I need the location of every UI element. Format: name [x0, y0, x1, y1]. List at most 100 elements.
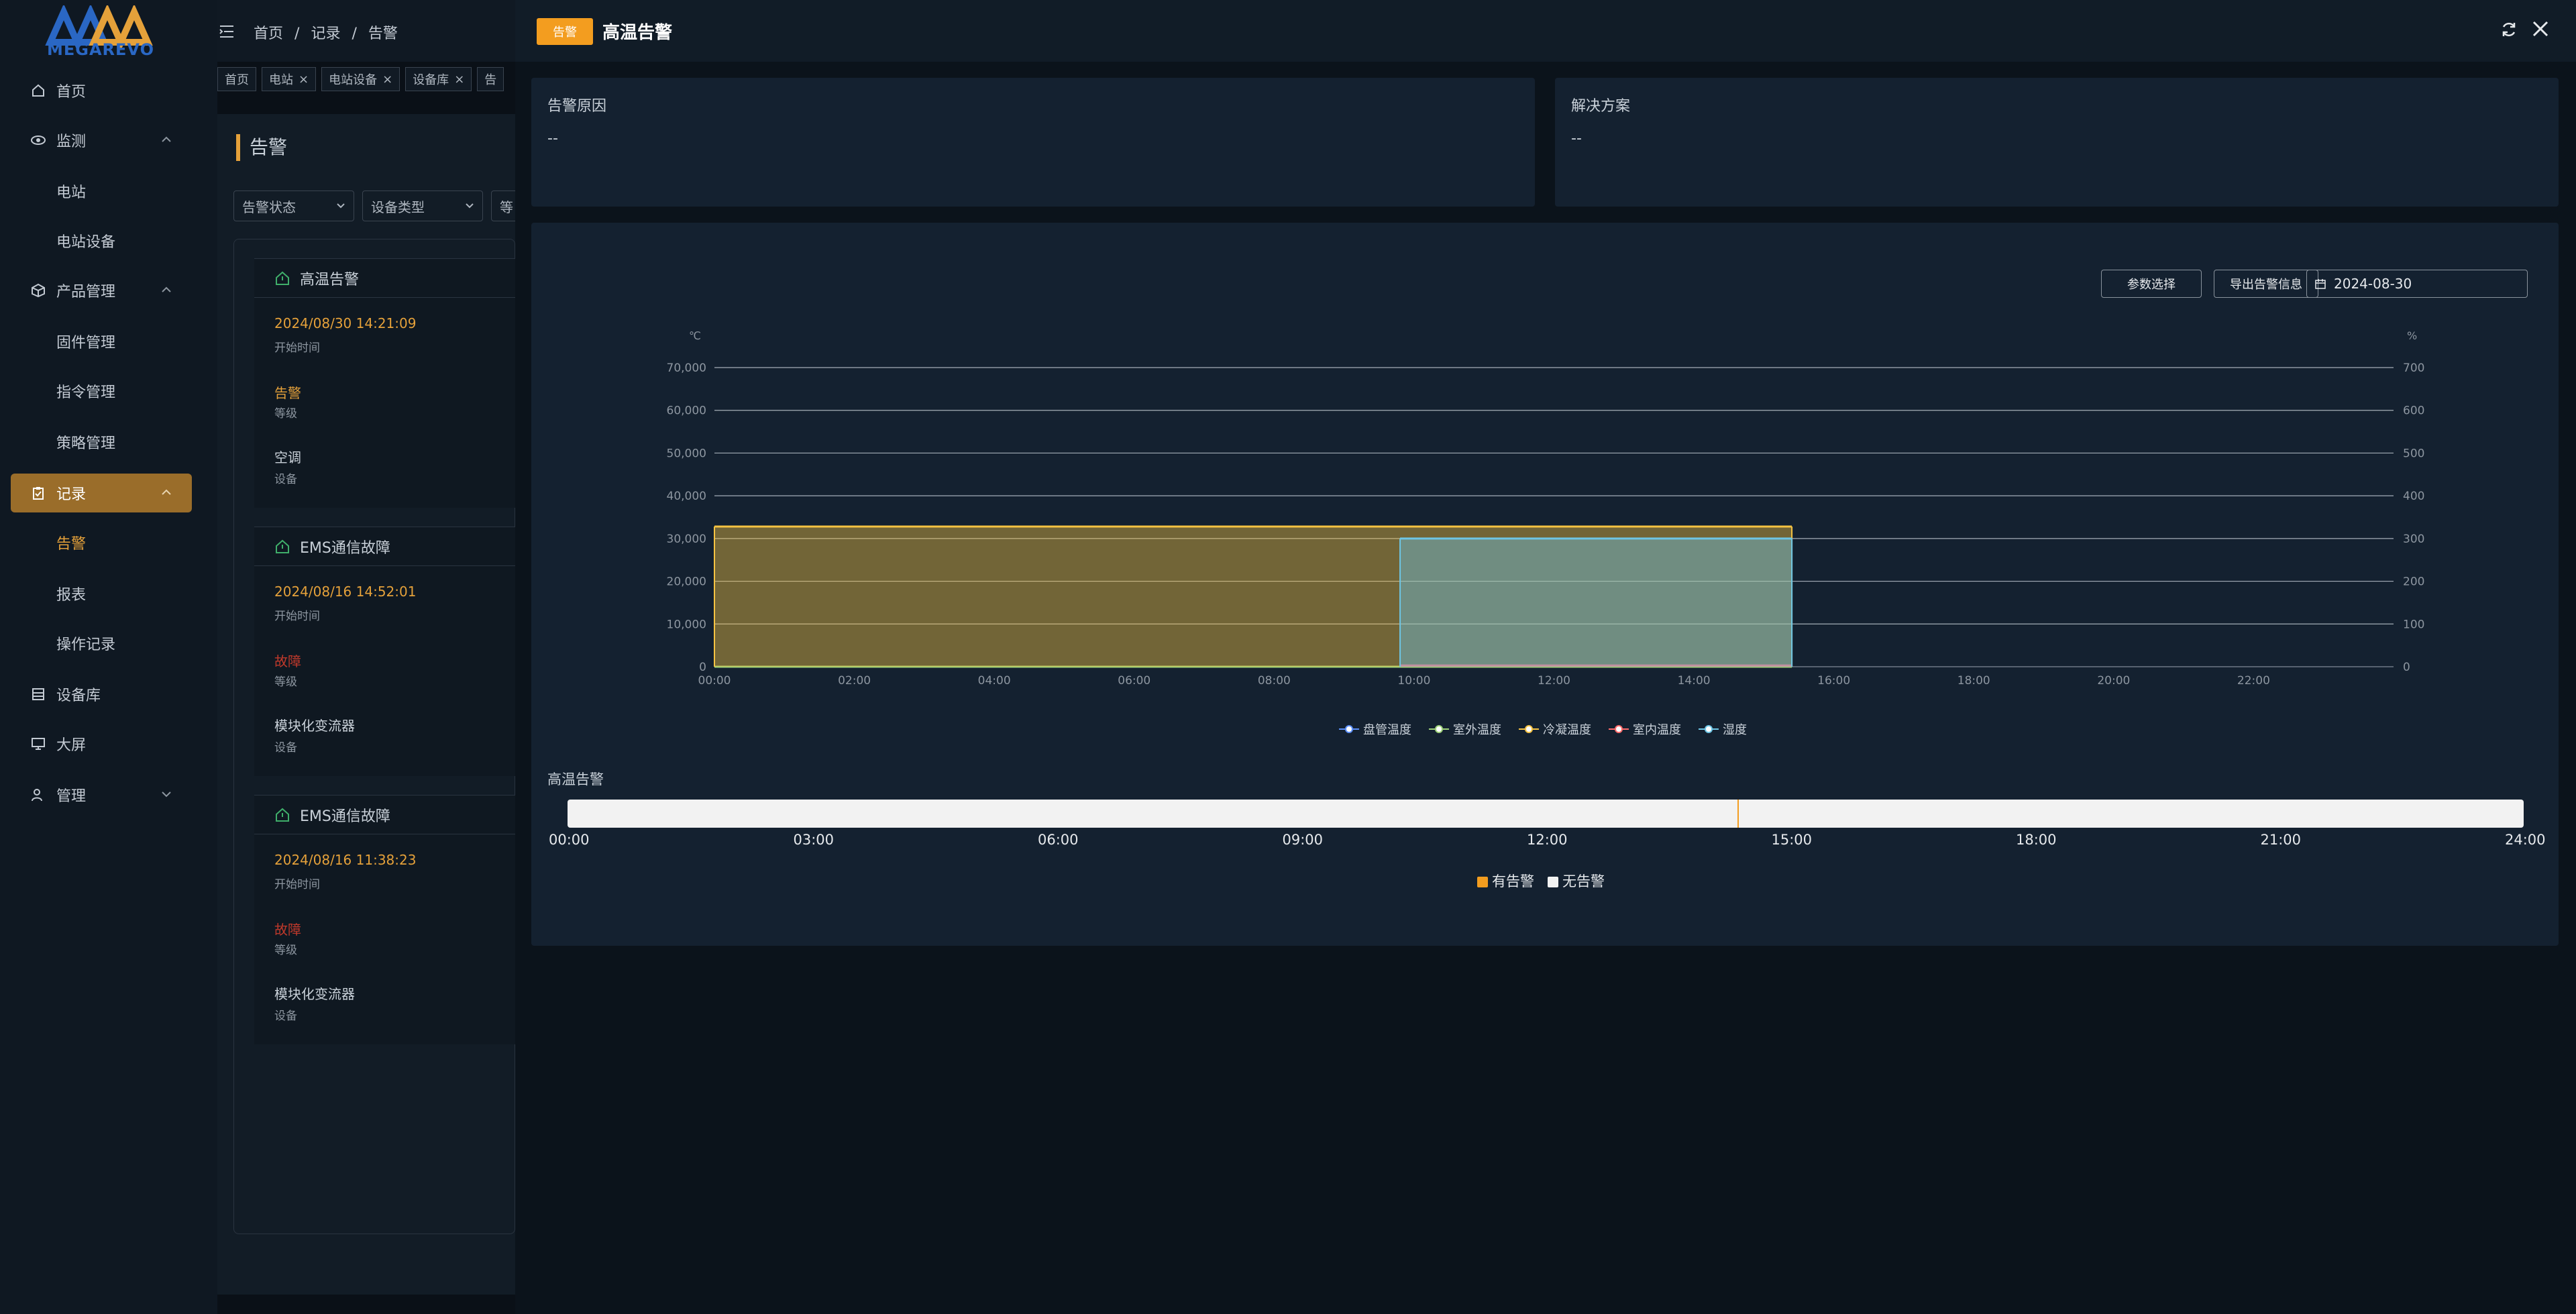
tag-alarm[interactable]: 告	[477, 67, 504, 91]
alarm-card-title: 高温告警	[300, 271, 360, 288]
legend-label: 室外温度	[1453, 723, 1501, 737]
breadcrumb-records[interactable]: 记录	[311, 25, 340, 42]
y-axis-left-unit: ℃	[689, 329, 701, 342]
alarm-card-time: 2024/08/16 11:38:23	[274, 852, 417, 868]
alarm-detail-drawer: 告警 高温告警 告警原因 -- 解决方案 -- 参数选择 导出告警信息 2024…	[515, 0, 2576, 1314]
sidebar-item-command[interactable]: 指令管理	[11, 372, 192, 410]
close-icon[interactable]: ×	[299, 72, 309, 87]
sidebar-item-label: 指令管理	[56, 384, 116, 401]
alarm-card-level-label: 等级	[274, 675, 297, 689]
sidebar-item-label: 管理	[56, 788, 87, 805]
sidebar-item-home[interactable]: 首页	[11, 71, 192, 110]
logo-text: MEGAREVO	[47, 40, 154, 59]
alarm-card-device-label: 设备	[274, 1009, 297, 1023]
tag-device-library[interactable]: 设备库 ×	[405, 67, 472, 91]
sidebar-item-label: 策略管理	[56, 435, 116, 452]
x-tick: 14:00	[1678, 674, 1711, 688]
legend-alarm[interactable]: 有告警	[1477, 871, 1534, 891]
close-icon[interactable]: ×	[382, 72, 392, 87]
legend-item[interactable]: 冷凝温度	[1519, 720, 1591, 738]
legend-item[interactable]: 室外温度	[1429, 720, 1501, 738]
sidebar-item-station-device[interactable]: 电站设备	[11, 221, 192, 260]
sidebar-item-label: 固件管理	[56, 335, 116, 351]
breadcrumb: 首页 / 记录 / 告警	[254, 21, 405, 43]
alarm-card[interactable]: EMS通信故障 2024/08/16 14:52:01 开始时间 故障 等级 模…	[254, 527, 523, 776]
breadcrumb-separator: /	[352, 25, 357, 42]
sidebar-item-label: 设备库	[56, 688, 101, 704]
alarm-card[interactable]: EMS通信故障 2024/08/16 11:38:23 开始时间 故障 等级 模…	[254, 795, 523, 1044]
x-tick: 22:00	[2237, 674, 2270, 688]
sidebar-item-label: 大屏	[56, 737, 87, 754]
sidebar-item-label: 首页	[56, 84, 87, 101]
legend-item[interactable]: 盘管温度	[1339, 720, 1411, 738]
alarm-card-time: 2024/08/16 14:52:01	[274, 584, 417, 600]
eye-icon	[30, 131, 47, 149]
legend-swatch-alarm	[1477, 877, 1488, 887]
alarm-card-time-label: 开始时间	[274, 610, 320, 623]
close-icon[interactable]: ×	[454, 72, 464, 87]
legend-item[interactable]: 湿度	[1699, 720, 1747, 738]
legend-swatch-none	[1548, 877, 1558, 887]
sidebar-item-product[interactable]: 产品管理	[11, 271, 192, 310]
sidebar-item-label: 记录	[56, 486, 87, 503]
tag-station[interactable]: 电站 ×	[262, 67, 317, 91]
tag-label: 电站设备	[329, 73, 378, 87]
sidebar-item-label: 操作记录	[56, 637, 116, 653]
chevron-down-icon	[466, 203, 474, 209]
chart-legend: 盘管温度 室外温度 冷凝温度 室内温度 湿度	[1339, 720, 1747, 738]
device-type-select[interactable]: 设备类型	[362, 190, 483, 221]
legend-label: 湿度	[1723, 723, 1747, 737]
alarm-card-level-label: 等级	[274, 944, 297, 957]
y-tick-right: 500	[2403, 447, 2424, 460]
sidebar-item-firmware[interactable]: 固件管理	[11, 322, 192, 361]
sidebar-item-strategy[interactable]: 策略管理	[11, 423, 192, 461]
sidebar-item-alarm[interactable]: 告警	[11, 523, 192, 562]
breadcrumb-home[interactable]: 首页	[254, 25, 283, 42]
legend-label: 冷凝温度	[1543, 723, 1591, 737]
y-tick-right: 700	[2403, 362, 2424, 375]
timeline-tick: 09:00	[1282, 832, 1324, 848]
timeline-tick: 03:00	[793, 832, 835, 848]
menu-fold-icon[interactable]	[219, 24, 236, 39]
select-value: 告警状态	[242, 199, 296, 215]
chevron-down-icon	[162, 791, 171, 798]
legend-none-label: 无告警	[1562, 873, 1605, 889]
sidebar-item-operation-log[interactable]: 操作记录	[11, 624, 192, 663]
x-tick: 04:00	[978, 674, 1011, 688]
alarm-house-icon	[276, 808, 289, 822]
alarm-status-select[interactable]: 告警状态	[233, 190, 354, 221]
y-tick-left: 50,000	[667, 447, 706, 460]
legend-marker-icon	[1429, 725, 1449, 733]
legend-marker-icon	[1609, 725, 1629, 733]
sidebar-item-label: 产品管理	[56, 284, 116, 300]
y-tick-left: 70,000	[667, 362, 706, 375]
sidebar-item-monitor[interactable]: 监测	[11, 121, 192, 160]
legend-item[interactable]: 室内温度	[1609, 720, 1681, 738]
breadcrumb-separator: /	[294, 25, 300, 42]
alarm-card[interactable]: 高温告警 2024/08/30 14:21:09 开始时间 告警 等级 空调 设…	[254, 258, 523, 508]
x-tick: 10:00	[1397, 674, 1430, 688]
tag-label: 告	[484, 73, 497, 87]
legend-marker-icon	[1339, 725, 1359, 733]
sidebar-item-manage[interactable]: 管理	[11, 775, 192, 814]
chevron-up-icon	[162, 489, 171, 495]
alarm-timeline-bar[interactable]	[568, 800, 2524, 828]
tag-label: 首页	[225, 73, 249, 87]
alarm-card-level: 故障	[274, 922, 301, 938]
legend-no-alarm[interactable]: 无告警	[1548, 871, 1605, 891]
tag-station-device[interactable]: 电站设备 ×	[321, 67, 400, 91]
timeline-tick: 00:00	[549, 832, 590, 848]
alarm-list: 高温告警 2024/08/30 14:21:09 开始时间 告警 等级 空调 设…	[233, 239, 523, 1234]
timeline-tick: 12:00	[1527, 832, 1568, 848]
x-tick: 02:00	[838, 674, 871, 688]
tag-home[interactable]: 首页	[217, 67, 256, 91]
timeline-tick: 15:00	[1771, 832, 1813, 848]
timeline-tick: 24:00	[2505, 832, 2546, 848]
sidebar-item-station[interactable]: 电站	[11, 172, 192, 211]
sidebar-item-device-library[interactable]: 设备库	[11, 675, 192, 714]
sidebar-item-records[interactable]: 记录	[11, 474, 192, 512]
home-icon	[30, 82, 47, 99]
sidebar-item-label: 监测	[56, 133, 87, 150]
sidebar-item-bigscreen[interactable]: 大屏	[11, 724, 192, 763]
sidebar-item-report[interactable]: 报表	[11, 574, 192, 613]
